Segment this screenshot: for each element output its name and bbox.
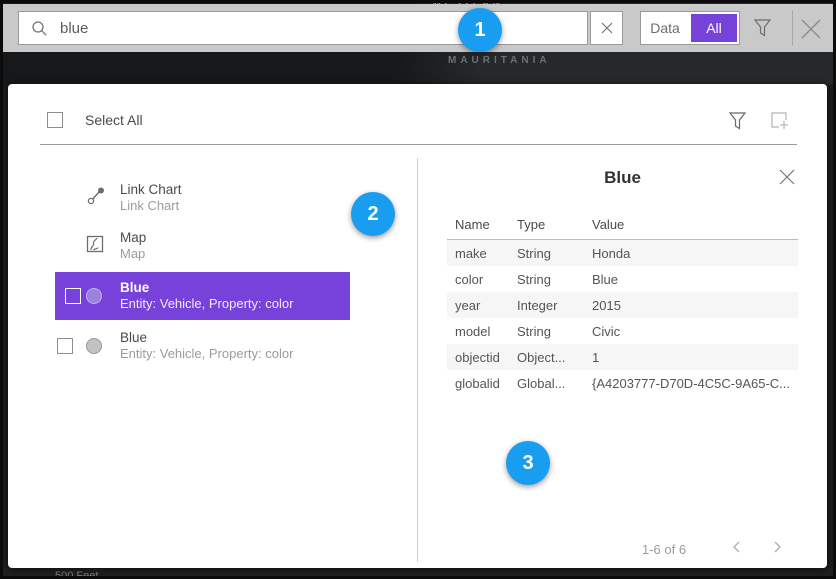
cell-name: objectid bbox=[447, 350, 517, 365]
result-title: Blue bbox=[120, 330, 293, 346]
clear-x-icon bbox=[601, 22, 613, 34]
cell-value: 2015 bbox=[592, 298, 798, 313]
table-row: make String Honda bbox=[447, 240, 798, 266]
pagination-label: 1-6 of 6 bbox=[642, 542, 686, 557]
add-selection-icon bbox=[770, 111, 790, 131]
cell-value: Civic bbox=[592, 324, 798, 339]
cell-type: String bbox=[517, 272, 592, 287]
pagination: 1-6 of 6 bbox=[447, 534, 798, 564]
search-icon bbox=[31, 20, 48, 37]
result-title: Map bbox=[120, 230, 146, 246]
cell-value: 1 bbox=[592, 350, 798, 365]
scope-option-all[interactable]: All bbox=[691, 14, 737, 42]
select-all-label: Select All bbox=[85, 112, 143, 128]
result-item-link-chart[interactable]: Link Chart Link Chart bbox=[8, 180, 350, 216]
chevron-left-icon bbox=[731, 540, 743, 554]
result-text: Link Chart Link Chart bbox=[120, 182, 182, 214]
result-title: Link Chart bbox=[120, 182, 182, 198]
result-subtitle: Entity: Vehicle, Property: color bbox=[120, 296, 293, 312]
map-icon bbox=[86, 235, 104, 258]
result-item-blue-selected[interactable]: Blue Entity: Vehicle, Property: color bbox=[55, 272, 350, 320]
annotation-step-1: 1 bbox=[458, 8, 502, 52]
search-results-panel: Select All bbox=[8, 84, 827, 568]
app-window: WESTERN MAURITANIA 500 Feet blue Data Al… bbox=[0, 0, 836, 579]
close-detail-button[interactable] bbox=[778, 168, 796, 191]
cell-name: color bbox=[447, 272, 517, 287]
map-scale-label: 500 Feet bbox=[55, 570, 98, 579]
table-row: objectid Object... 1 bbox=[447, 344, 798, 370]
search-filter-button[interactable] bbox=[753, 18, 772, 43]
cell-name: globalid bbox=[447, 376, 517, 391]
result-text: Blue Entity: Vehicle, Property: color bbox=[120, 330, 293, 362]
result-title: Blue bbox=[120, 280, 293, 296]
annotation-step-2: 2 bbox=[351, 192, 395, 236]
table-row: year Integer 2015 bbox=[447, 292, 798, 318]
result-text: Blue Entity: Vehicle, Property: color bbox=[120, 280, 293, 312]
chevron-right-icon bbox=[771, 540, 783, 554]
topbar-divider bbox=[792, 10, 793, 46]
list-detail-divider bbox=[417, 158, 418, 562]
link-chart-icon bbox=[86, 186, 106, 211]
cell-type: Integer bbox=[517, 298, 592, 313]
column-header-name: Name bbox=[447, 217, 517, 232]
cell-name: year bbox=[447, 298, 517, 313]
filter-funnel-icon bbox=[728, 111, 747, 131]
add-to-selection-button[interactable] bbox=[770, 111, 790, 136]
cell-value: Blue bbox=[592, 272, 798, 287]
attribute-table: Name Type Value make String Honda color … bbox=[447, 210, 798, 396]
result-subtitle: Link Chart bbox=[120, 198, 182, 214]
cell-name: model bbox=[447, 324, 517, 339]
annotation-step-3: 3 bbox=[506, 441, 550, 485]
result-text: Map Map bbox=[120, 230, 146, 262]
close-search-button[interactable] bbox=[799, 17, 823, 46]
cell-value: Honda bbox=[592, 246, 798, 261]
result-checkbox[interactable] bbox=[57, 338, 73, 354]
search-input[interactable]: blue bbox=[18, 11, 588, 45]
panel-header-divider bbox=[40, 144, 797, 145]
map-country-label-mauritania: MAURITANIA bbox=[448, 55, 551, 66]
cell-type: Global... bbox=[517, 376, 592, 391]
result-subtitle: Entity: Vehicle, Property: color bbox=[120, 346, 293, 362]
result-subtitle: Map bbox=[120, 246, 146, 262]
detail-title: Blue bbox=[447, 168, 798, 188]
column-header-type: Type bbox=[517, 217, 592, 232]
scope-option-data[interactable]: Data bbox=[641, 12, 689, 44]
previous-page-button[interactable] bbox=[731, 540, 743, 559]
cell-name: make bbox=[447, 246, 517, 261]
cell-type: String bbox=[517, 324, 592, 339]
select-all-row: Select All bbox=[47, 112, 143, 128]
filter-funnel-icon bbox=[753, 18, 772, 38]
result-item-blue[interactable]: Blue Entity: Vehicle, Property: color bbox=[8, 328, 350, 364]
entity-circle-icon bbox=[86, 338, 102, 354]
select-all-checkbox[interactable] bbox=[47, 112, 63, 128]
close-x-icon bbox=[778, 168, 796, 186]
clear-search-button[interactable] bbox=[590, 11, 623, 45]
cell-value: {A4203777-D70D-4C5C-9A65-C... bbox=[592, 376, 798, 391]
search-scope-toggle: Data All bbox=[640, 11, 740, 45]
table-row: model String Civic bbox=[447, 318, 798, 344]
results-filter-button[interactable] bbox=[728, 111, 747, 136]
entity-circle-icon bbox=[86, 288, 102, 304]
table-row: color String Blue bbox=[447, 266, 798, 292]
search-bar: blue Data All bbox=[3, 4, 833, 52]
result-checkbox[interactable] bbox=[65, 288, 81, 304]
cell-type: Object... bbox=[517, 350, 592, 365]
column-header-value: Value bbox=[592, 217, 798, 232]
cell-type: String bbox=[517, 246, 592, 261]
result-item-map[interactable]: Map Map bbox=[8, 228, 350, 264]
table-header-row: Name Type Value bbox=[447, 210, 798, 240]
search-query-text: blue bbox=[60, 20, 88, 37]
table-row: globalid Global... {A4203777-D70D-4C5C-9… bbox=[447, 370, 798, 396]
map-background-bottom: 500 Feet bbox=[0, 568, 836, 579]
close-x-icon bbox=[799, 17, 823, 41]
next-page-button[interactable] bbox=[771, 540, 783, 559]
